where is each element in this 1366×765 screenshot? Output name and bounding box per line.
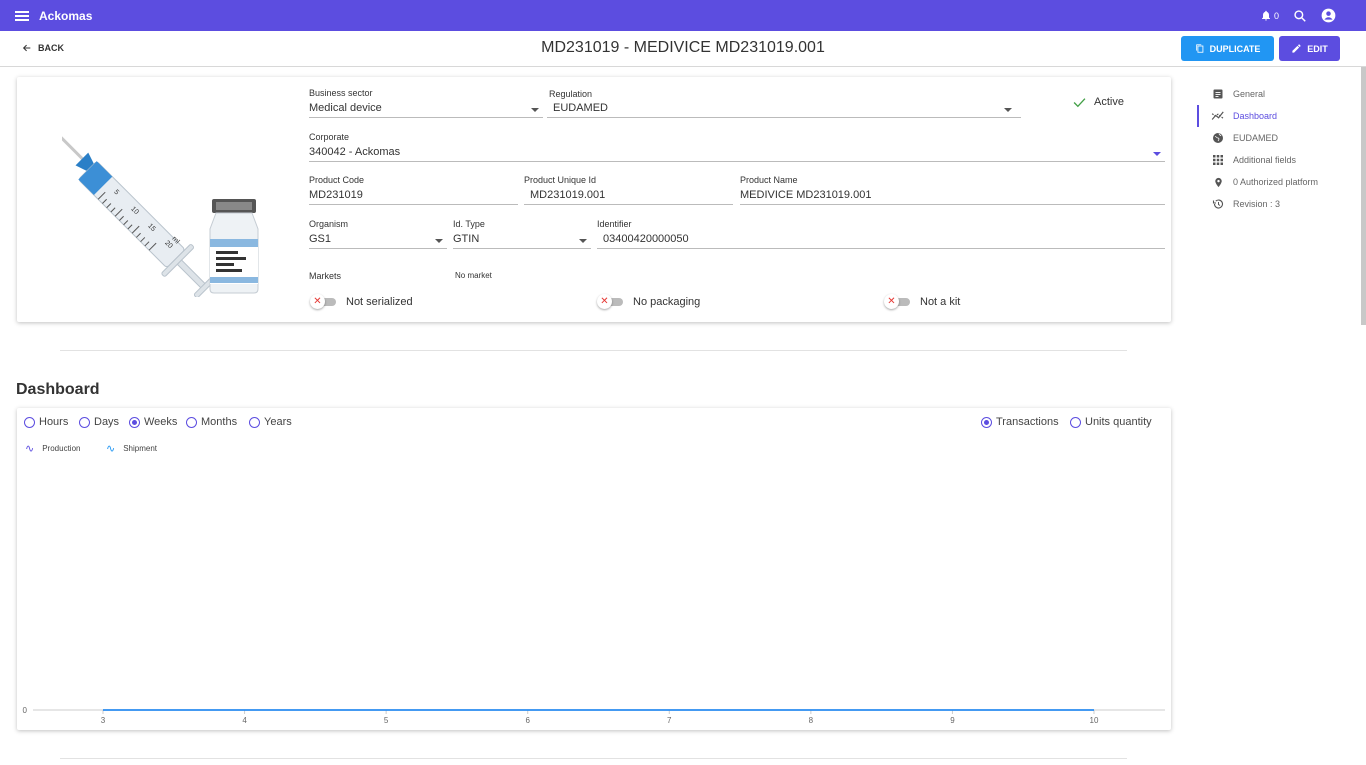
nav-item-label: EUDAMED — [1233, 133, 1279, 143]
identifier-field[interactable]: 03400420000050 — [597, 233, 1165, 249]
corporate-select[interactable]: 340042 - Ackomas — [309, 146, 1165, 162]
product-code-label: Product Code — [309, 175, 365, 185]
globe-icon — [1213, 133, 1223, 143]
transactions-chart: 3 4 5 6 7 8 9 10 0 — [23, 706, 1165, 725]
product-name-label: Product Name — [740, 175, 798, 185]
organism-label: Organism — [309, 219, 349, 229]
chevron-down-icon — [1153, 152, 1161, 156]
regulation-label: Regulation — [549, 89, 593, 99]
dashboard-card: Hours Days Weeks Months Years Transactio… — [17, 408, 1171, 730]
x-tick-label: 5 — [384, 716, 389, 725]
product-card: 5 10 15 20 ml Business sector Medical de… — [17, 77, 1171, 322]
chevron-down-icon — [435, 239, 443, 243]
x-tick-label: 3 — [101, 716, 106, 725]
location-pin-icon — [1214, 177, 1222, 187]
app-name: Ackomas — [39, 8, 93, 23]
business-sector-select[interactable]: Medical device — [309, 102, 543, 118]
document-icon — [1213, 89, 1223, 99]
nav-item-additional-fields[interactable]: Additional fields — [1197, 149, 1357, 171]
edit-label: EDIT — [1307, 43, 1328, 54]
nav-item-label: Revision : 3 — [1233, 199, 1281, 209]
x-tick-label: 6 — [525, 716, 530, 725]
corporate-value: 340042 - Ackomas — [309, 146, 401, 158]
notification-count: 0 — [1273, 10, 1279, 21]
packaging-toggle-label: No packaging — [633, 296, 701, 308]
history-icon — [1212, 199, 1223, 209]
notifications[interactable]: 0 — [1260, 9, 1279, 22]
id-type-value: GTIN — [453, 233, 480, 245]
nav-item-label: 0 Authorized platform — [1233, 177, 1319, 187]
x-tick-label: 10 — [1090, 716, 1099, 725]
menu-icon[interactable] — [15, 9, 29, 23]
regulation-select[interactable]: EUDAMED — [547, 102, 1021, 118]
chevron-down-icon — [531, 108, 539, 112]
grid-icon — [1213, 155, 1223, 165]
organism-value: GS1 — [309, 233, 332, 245]
account-icon[interactable] — [1321, 8, 1336, 23]
status-text: Active — [1094, 96, 1124, 108]
corporate-label: Corporate — [309, 132, 350, 142]
business-sector-value: Medical device — [309, 102, 382, 114]
nav-item-label: Dashboard — [1233, 111, 1278, 121]
y-tick-label: 0 — [23, 706, 28, 715]
kit-toggle[interactable]: ✕ Not a kit — [884, 294, 961, 309]
duplicate-button[interactable]: DUPLICATE — [1181, 36, 1274, 61]
pencil-icon — [1292, 44, 1301, 53]
section-divider — [60, 758, 1127, 759]
product-unique-id-field[interactable]: MD231019.001 — [524, 189, 733, 205]
nav-item-label: General — [1233, 89, 1266, 99]
organism-select[interactable]: GS1 — [309, 233, 447, 249]
section-divider — [60, 350, 1127, 351]
copy-icon — [1195, 44, 1203, 53]
x-tick-label: 8 — [809, 716, 814, 725]
product-name-value: MEDIVICE MD231019.001 — [740, 189, 872, 201]
markets-label: Markets — [309, 271, 342, 281]
nav-item-authorized-platform[interactable]: 0 Authorized platform — [1197, 171, 1357, 193]
x-tick-label: 9 — [950, 716, 955, 725]
kit-toggle-label: Not a kit — [920, 296, 961, 308]
serialized-toggle[interactable]: ✕ Not serialized — [310, 294, 413, 309]
chart-line-icon — [1211, 111, 1224, 120]
nav-item-revision[interactable]: Revision : 3 — [1197, 193, 1357, 215]
nav-item-eudamed[interactable]: EUDAMED — [1197, 127, 1357, 149]
app-bar-actions: 0 — [1260, 0, 1336, 31]
product-code-value: MD231019 — [309, 189, 363, 201]
product-code-field[interactable]: MD231019 — [309, 189, 518, 205]
product-unique-id-label: Product Unique Id — [524, 175, 597, 185]
page-header: BACK MD231019 - MEDIVICE MD231019.001 DU… — [0, 31, 1366, 67]
packaging-toggle[interactable]: ✕ No packaging — [597, 294, 701, 309]
chevron-down-icon — [579, 239, 587, 243]
chevron-down-icon — [1004, 108, 1012, 112]
page-scrollbar[interactable] — [1361, 67, 1366, 325]
page-title: MD231019 - MEDIVICE MD231019.001 — [541, 39, 825, 56]
markets-value: No market — [455, 271, 492, 280]
nav-item-dashboard[interactable]: Dashboard — [1197, 105, 1357, 127]
regulation-value: EUDAMED — [553, 102, 609, 114]
edit-button[interactable]: EDIT — [1279, 36, 1340, 61]
bell-icon[interactable] — [1260, 9, 1272, 22]
close-icon: ✕ — [310, 294, 325, 309]
close-icon: ✕ — [597, 294, 612, 309]
search-icon[interactable] — [1293, 9, 1307, 23]
product-unique-id-value: MD231019.001 — [530, 189, 606, 201]
x-tick-label: 4 — [242, 716, 247, 725]
product-name-field[interactable]: MEDIVICE MD231019.001 — [740, 189, 1165, 205]
dashboard-title: Dashboard — [16, 381, 100, 398]
identifier-label: Identifier — [597, 219, 632, 229]
serialized-toggle-label: Not serialized — [346, 296, 413, 308]
close-icon: ✕ — [884, 294, 899, 309]
id-type-label: Id. Type — [453, 219, 485, 229]
product-image: 5 10 15 20 ml — [62, 123, 259, 297]
x-tick-label: 7 — [667, 716, 672, 725]
id-type-select[interactable]: GTIN — [453, 233, 591, 249]
nav-item-label: Additional fields — [1233, 155, 1297, 165]
duplicate-label: DUPLICATE — [1209, 43, 1261, 54]
section-nav: General Dashboard EUDAMED Additional fie… — [1197, 83, 1357, 215]
check-icon — [1073, 97, 1086, 107]
identifier-value: 03400420000050 — [603, 233, 689, 245]
business-sector-label: Business sector — [309, 88, 373, 98]
status-badge: Active — [1073, 96, 1124, 108]
nav-item-general[interactable]: General — [1197, 83, 1357, 105]
app-bar: Ackomas 0 — [0, 0, 1366, 31]
